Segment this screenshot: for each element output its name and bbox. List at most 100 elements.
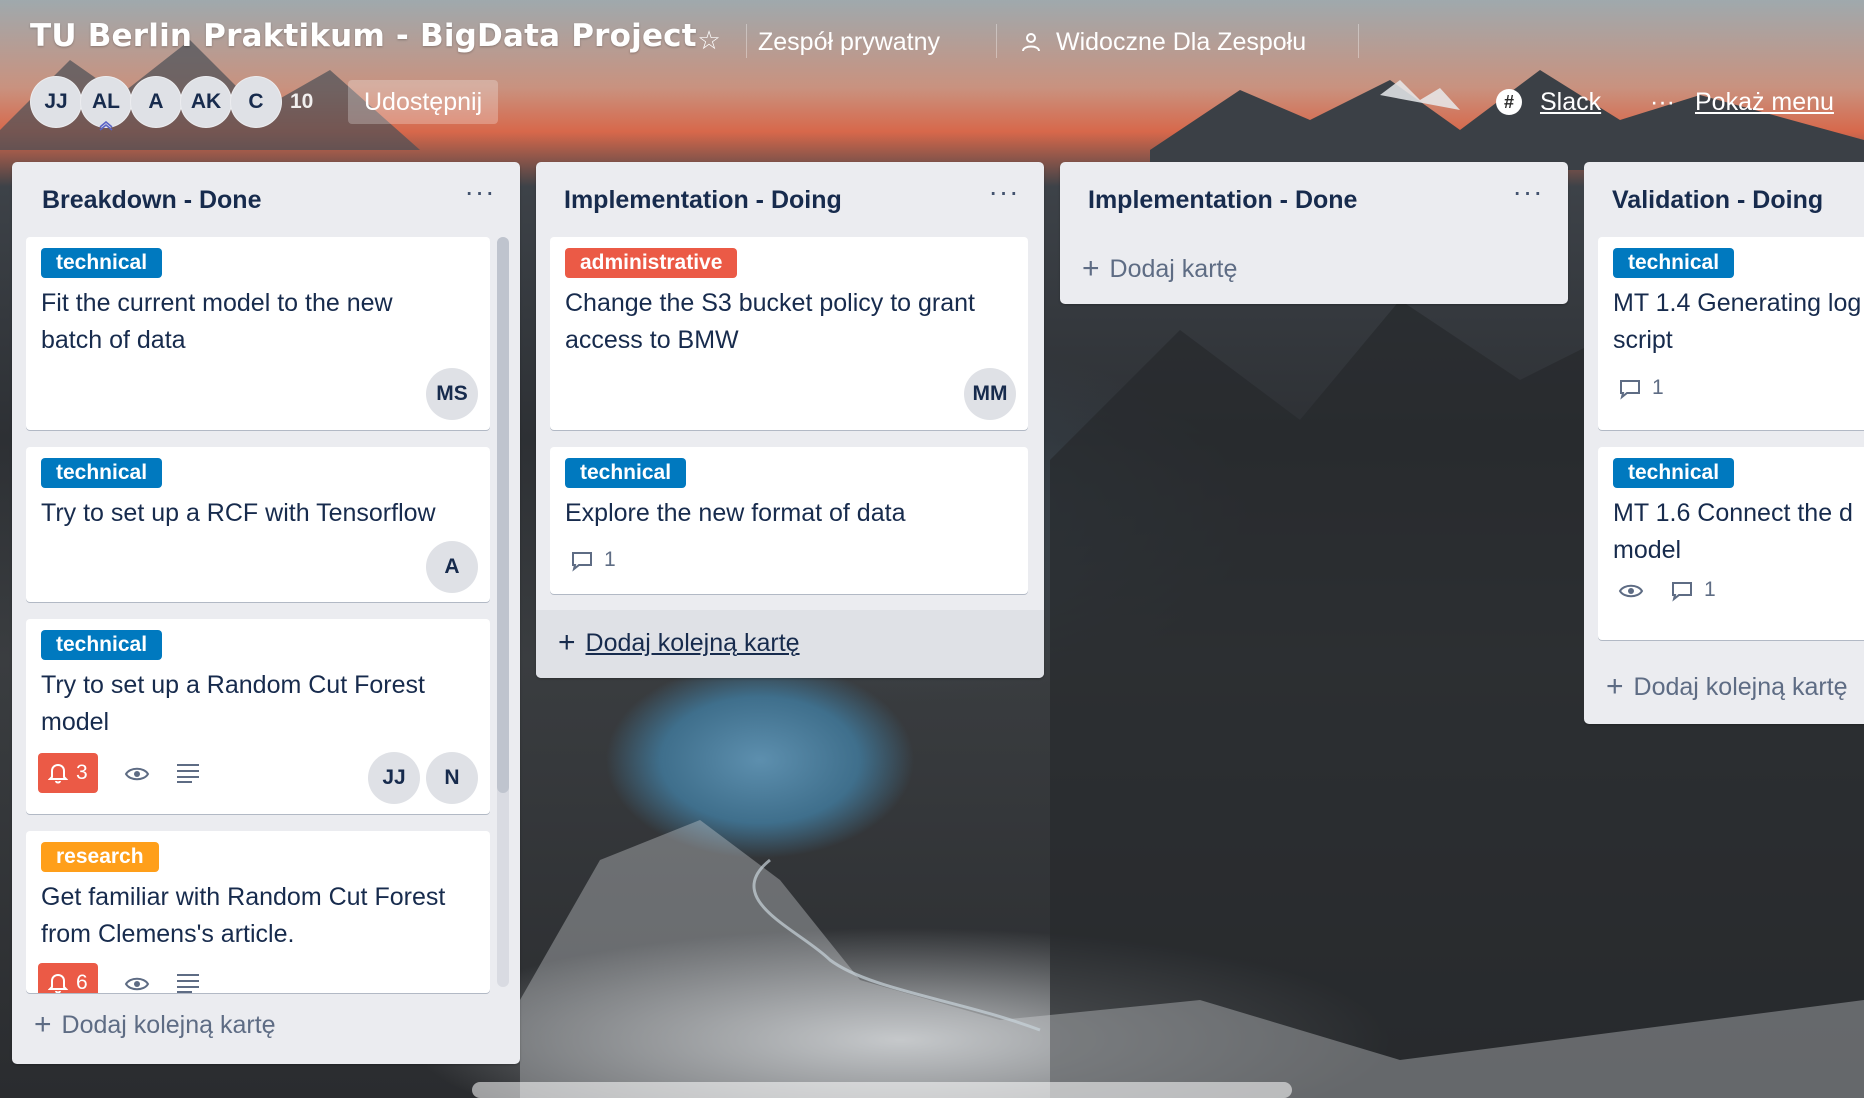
card-title: Explore the new format of data <box>565 499 906 527</box>
bell-icon <box>48 973 68 993</box>
plus-icon: + <box>1082 252 1100 285</box>
more-icon: ··· <box>1512 176 1544 207</box>
header-divider <box>996 24 997 58</box>
eye-icon <box>124 977 150 991</box>
more-icon: ··· <box>1650 87 1675 116</box>
visibility-label: Widoczne Dla Zespołu <box>1056 28 1307 56</box>
description-icon <box>177 974 199 993</box>
plus-icon: + <box>34 1008 52 1041</box>
team-icon <box>1022 33 1040 52</box>
list-title[interactable]: Implementation - Doing <box>564 186 842 215</box>
card-member-avatar[interactable]: MS <box>426 368 478 420</box>
card-label: administrative <box>565 248 738 278</box>
star-icon: ☆ <box>697 25 721 55</box>
card-label: technical <box>565 458 687 488</box>
card[interactable]: technical MT 1.4 Generating log script 1 <box>1598 237 1864 430</box>
eye-icon <box>124 767 150 781</box>
comment-count: 1 <box>1704 578 1716 601</box>
add-card-label: Dodaj kolejną kartę <box>1633 672 1848 701</box>
header-divider <box>746 24 747 58</box>
card-label: technical <box>1613 248 1735 278</box>
slack-label: Slack <box>1540 87 1602 116</box>
more-icon: ··· <box>988 176 1020 207</box>
member-avatar[interactable]: AL <box>80 76 132 131</box>
list-title[interactable]: Breakdown - Done <box>42 186 261 215</box>
add-card-button[interactable]: + Dodaj kolejną kartę <box>1606 672 1848 702</box>
card-title: Fit the current model to the new batch o… <box>41 289 393 354</box>
list-menu-button[interactable]: ··· <box>1508 178 1548 214</box>
card-member-avatar[interactable]: N <box>426 752 478 804</box>
card-member-avatar[interactable]: A <box>426 541 478 593</box>
plus-icon: + <box>1606 670 1624 703</box>
notification-badge: 6 <box>38 963 98 993</box>
more-icon: ··· <box>464 176 496 207</box>
bell-icon <box>48 763 68 784</box>
card-title: Get familiar with Random Cut Forest from… <box>41 883 446 948</box>
card-title: Try to set up a RCF with Tensorflow <box>41 499 436 527</box>
list-implementation-doing: Implementation - Doing ··· administrativ… <box>536 162 1044 678</box>
show-menu-button[interactable]: ··· Pokaż menu <box>1650 82 1834 122</box>
member-avatar[interactable]: AK <box>180 76 232 128</box>
card-title: Change the S3 bucket policy to grant acc… <box>565 289 975 354</box>
comment-icon <box>572 552 592 572</box>
card[interactable]: research Get familiar with Random Cut Fo… <box>26 831 490 993</box>
comment-icon <box>1620 380 1640 400</box>
team-button[interactable]: Zespół prywatny <box>758 22 940 62</box>
board-horizontal-scrollbar[interactable] <box>472 1082 1292 1098</box>
add-card-label: Dodaj kartę <box>1109 254 1238 283</box>
card-label: technical <box>41 248 163 278</box>
add-card-label: Dodaj kolejną kartę <box>61 1010 276 1039</box>
card-label: technical <box>41 630 163 660</box>
share-button[interactable]: Udostępnij <box>348 80 499 124</box>
list-scrollbar-thumb[interactable] <box>497 237 509 793</box>
notification-count: 6 <box>76 971 88 993</box>
show-menu-label: Pokaż menu <box>1694 87 1834 116</box>
list-validation-doing: Validation - Doing technical MT 1.4 Gene… <box>1584 162 1864 724</box>
member-count[interactable]: 10 <box>290 90 313 114</box>
list-breakdown-done: Breakdown - Done ··· technical Fit the c… <box>12 162 520 1064</box>
add-card-button[interactable]: + Dodaj kolejną kartę <box>34 1010 276 1040</box>
card[interactable]: administrative Change the S3 bucket poli… <box>550 237 1028 430</box>
member-initials: AL <box>92 90 120 113</box>
eye-icon <box>1618 584 1644 598</box>
visibility-button[interactable]: Widoczne Dla Zespołu <box>1020 22 1306 62</box>
member-avatar[interactable]: JJ <box>30 76 82 128</box>
member-avatar[interactable]: A <box>130 76 182 128</box>
card-label: technical <box>41 458 163 488</box>
add-card-button[interactable]: + Dodaj kolejną kartę <box>558 628 800 658</box>
slack-button[interactable]: # Slack <box>1496 82 1601 122</box>
slack-icon: # <box>1496 89 1522 115</box>
list-menu-button[interactable]: ··· <box>984 178 1024 214</box>
list-validation-doing-clip: Validation - Doing technical MT 1.4 Gene… <box>1584 162 1864 732</box>
card-label: research <box>41 842 159 872</box>
card[interactable]: technical Fit the current model to the n… <box>26 237 490 430</box>
card-title: MT 1.6 Connect the d model <box>1613 499 1853 564</box>
list-menu-button[interactable]: ··· <box>460 178 500 214</box>
board-header: TU Berlin Praktikum - BigData Project ☆ … <box>0 0 1864 150</box>
comment-icon <box>1672 582 1692 602</box>
add-card-button[interactable]: + Dodaj kartę <box>1082 254 1237 284</box>
comment-count: 1 <box>604 548 616 571</box>
header-divider <box>1358 24 1359 58</box>
card-member-avatar[interactable]: JJ <box>368 752 420 804</box>
list-title[interactable]: Implementation - Done <box>1088 186 1357 215</box>
star-board-button[interactable]: ☆ <box>693 24 725 56</box>
plus-icon: + <box>558 626 576 659</box>
description-icon <box>177 764 199 783</box>
card[interactable]: technical MT 1.6 Connect the d model 1 <box>1598 447 1864 640</box>
list-title[interactable]: Validation - Doing <box>1612 186 1823 215</box>
card[interactable]: technical Explore the new format of data… <box>550 447 1028 594</box>
card-title: Try to set up a Random Cut Forest model <box>41 671 425 736</box>
card-member-avatar[interactable]: MM <box>964 368 1016 420</box>
card-title: MT 1.4 Generating log script <box>1613 289 1862 354</box>
card[interactable]: technical Try to set up a Random Cut For… <box>26 619 490 814</box>
board-title[interactable]: TU Berlin Praktikum - BigData Project <box>30 18 697 54</box>
member-avatar[interactable]: C <box>230 76 282 128</box>
admin-chevron-icon <box>99 121 113 131</box>
comment-count: 1 <box>1652 376 1664 399</box>
notification-badge: 3 <box>38 753 98 793</box>
card-label: technical <box>1613 458 1735 488</box>
card[interactable]: technical Try to set up a RCF with Tenso… <box>26 447 490 602</box>
notification-count: 3 <box>76 761 88 784</box>
add-card-label: Dodaj kolejną kartę <box>585 628 800 657</box>
